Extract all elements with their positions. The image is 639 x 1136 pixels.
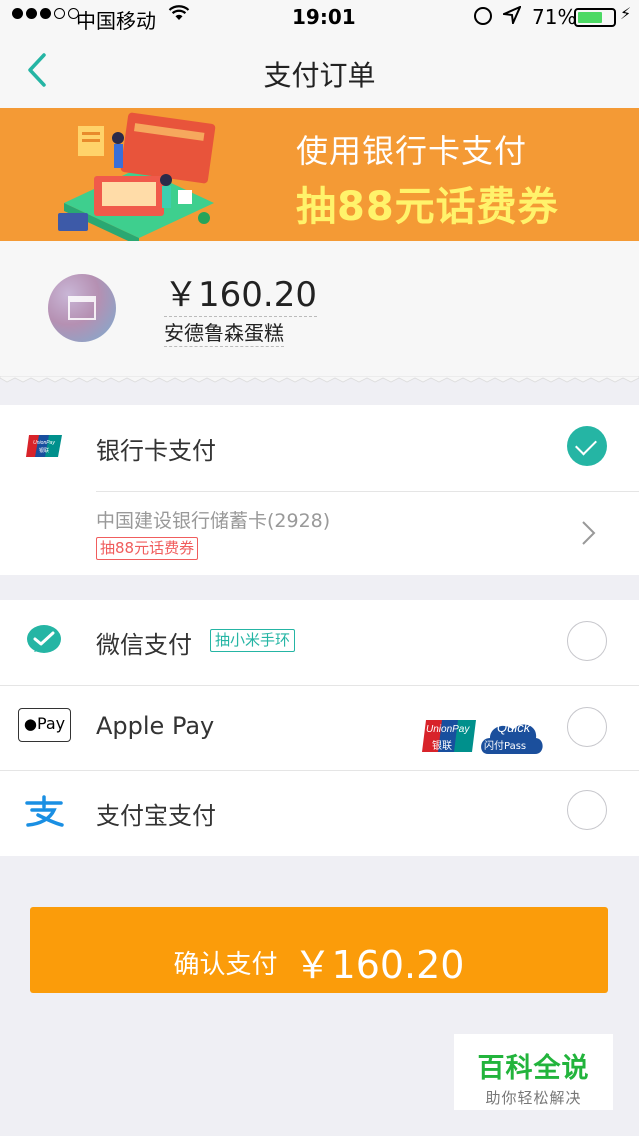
banner-headline: 使用银行卡支付 — [296, 132, 528, 170]
alipay-icon — [25, 795, 64, 827]
watermark-subtitle: 助你轻松解决 — [485, 1089, 582, 1107]
nav-bar: 支付订单 — [0, 36, 639, 108]
promo-banner[interactable]: 使用银行卡支付 抽88元话费券 — [0, 108, 639, 241]
apple-pay-label: Apple Pay — [96, 712, 215, 740]
bank-card-radio-checked[interactable] — [567, 426, 607, 466]
unionpay-card-cn: 银联 — [432, 741, 452, 752]
page-title: 支付订单 — [263, 59, 376, 92]
wechat-pay-radio[interactable] — [567, 621, 607, 661]
alipay-radio[interactable] — [567, 790, 607, 830]
unionpay-card-text: UnionPay — [426, 724, 470, 735]
merchant-avatar — [48, 274, 116, 342]
wifi-icon — [168, 5, 190, 20]
svg-text:银联: 银联 — [39, 447, 49, 454]
status-time: 19:01 — [292, 5, 356, 29]
apple-pay-badge-text: Pay — [36, 714, 66, 733]
banner-prize: 抽88元话费券 — [296, 184, 559, 230]
carrier-name: 中国移动 — [76, 9, 156, 33]
apple-pay-option[interactable]: ●Pay Apple Pay UnionPay 银联 Quick 闪付Pass — [0, 686, 639, 770]
wechat-pay-option[interactable]: 微信支付 抽小米手环 — [0, 600, 639, 685]
wechat-pay-icon — [27, 625, 61, 653]
apple-pay-radio[interactable] — [567, 707, 607, 747]
receipt-edge — [0, 376, 639, 383]
bank-card-group: UnionPay 银联 银行卡支付 中国建设银行储蓄卡(2928) 抽88元话费… — [0, 405, 639, 575]
watermark-logo: 百科全说 助你轻松解决 — [454, 1034, 613, 1110]
location-arrow-icon — [503, 6, 521, 24]
signal-strength-icon — [12, 8, 79, 19]
quickpass-sub: 闪付Pass — [484, 741, 527, 752]
alipay-option[interactable]: 支付宝支付 — [0, 771, 639, 856]
unionpay-logo-icon: UnionPay 银联 — [26, 435, 62, 457]
status-bar: 中国移动 19:01 71% ⚡ — [0, 0, 639, 36]
charging-bolt-icon: ⚡ — [620, 4, 632, 23]
bank-card-option[interactable]: UnionPay 银联 银行卡支付 — [0, 405, 639, 491]
shop-icon — [68, 296, 96, 320]
wechat-pay-label: 微信支付 — [96, 631, 192, 659]
rotation-lock-icon — [474, 7, 492, 25]
battery-icon — [574, 8, 616, 27]
quickpass-text: Quick — [497, 720, 531, 735]
confirm-pay-button[interactable]: 确认支付 ￥160.20 — [30, 907, 608, 993]
order-amount: ￥160.20 — [164, 267, 317, 317]
apple-pay-badge-icon: ●Pay — [18, 708, 71, 742]
card-select-row[interactable]: 中国建设银行储蓄卡(2928) 抽88元话费券 — [0, 492, 639, 575]
watermark-title: 百科全说 — [477, 1053, 590, 1084]
card-promo-tag: 抽88元话费券 — [96, 537, 199, 560]
confirm-amount: ￥160.20 — [293, 943, 465, 987]
confirm-label: 确认支付 — [173, 950, 278, 980]
other-methods-group: 微信支付 抽小米手环 ●Pay Apple Pay UnionPay 银联 Qu… — [0, 600, 639, 856]
merchant-name: 安德鲁森蛋糕 — [164, 317, 284, 347]
order-summary: ￥160.20 安德鲁森蛋糕 — [0, 241, 639, 383]
alipay-label: 支付宝支付 — [96, 802, 216, 830]
promo-illustration — [58, 112, 216, 241]
svg-text:UnionPay: UnionPay — [33, 440, 55, 446]
selected-card-name: 中国建设银行储蓄卡(2928) — [96, 510, 331, 532]
bank-card-label: 银行卡支付 — [96, 437, 216, 465]
battery-percent: 71% — [532, 5, 577, 29]
chevron-right-icon — [582, 521, 596, 545]
wechat-promo-tag: 抽小米手环 — [210, 629, 296, 652]
